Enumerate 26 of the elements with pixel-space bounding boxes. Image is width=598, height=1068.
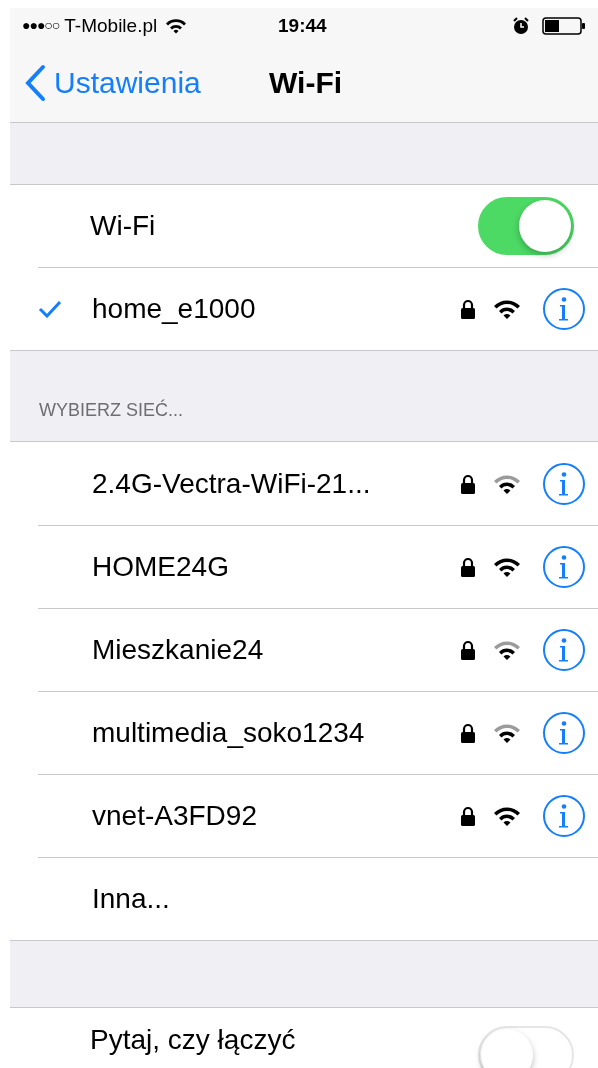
- toggle-switch[interactable]: [478, 196, 574, 255]
- info-icon[interactable]: [542, 461, 586, 506]
- info-icon[interactable]: [542, 545, 586, 590]
- toggle-label: Pytaj, czy łączyć: [90, 1026, 296, 1054]
- network-name: 2.4G-Vectra-WiFi-21...: [92, 466, 371, 501]
- signal-strength-dots: ●●●○○: [22, 16, 60, 36]
- info-icon[interactable]: [542, 628, 586, 673]
- page-title: Wi-Fi: [269, 65, 343, 102]
- alarm-clock-icon: [512, 16, 530, 35]
- network-name: vnet-A3FD92: [92, 799, 257, 834]
- network-name: home_e1000: [92, 291, 256, 326]
- carrier-name: T-Mobile.pl: [64, 13, 158, 38]
- info-icon[interactable]: [542, 711, 586, 756]
- network-name: Mieszkanie24: [92, 633, 264, 668]
- clock-time: 19:44: [278, 13, 327, 38]
- network-name: multimedia_soko1234: [92, 716, 365, 751]
- battery-icon: [542, 16, 586, 35]
- info-icon[interactable]: [542, 794, 586, 839]
- section-header: WYBIERZ SIEĆ...: [39, 398, 184, 423]
- wifi-icon: [165, 17, 188, 34]
- chevron-left-icon: [24, 63, 46, 102]
- other-network-link[interactable]: Inna...: [92, 878, 170, 921]
- toggle-label: Wi-Fi: [90, 208, 156, 243]
- info-icon[interactable]: [542, 286, 586, 331]
- back-button[interactable]: Ustawienia: [10, 60, 201, 106]
- network-name: HOME24G: [92, 550, 229, 585]
